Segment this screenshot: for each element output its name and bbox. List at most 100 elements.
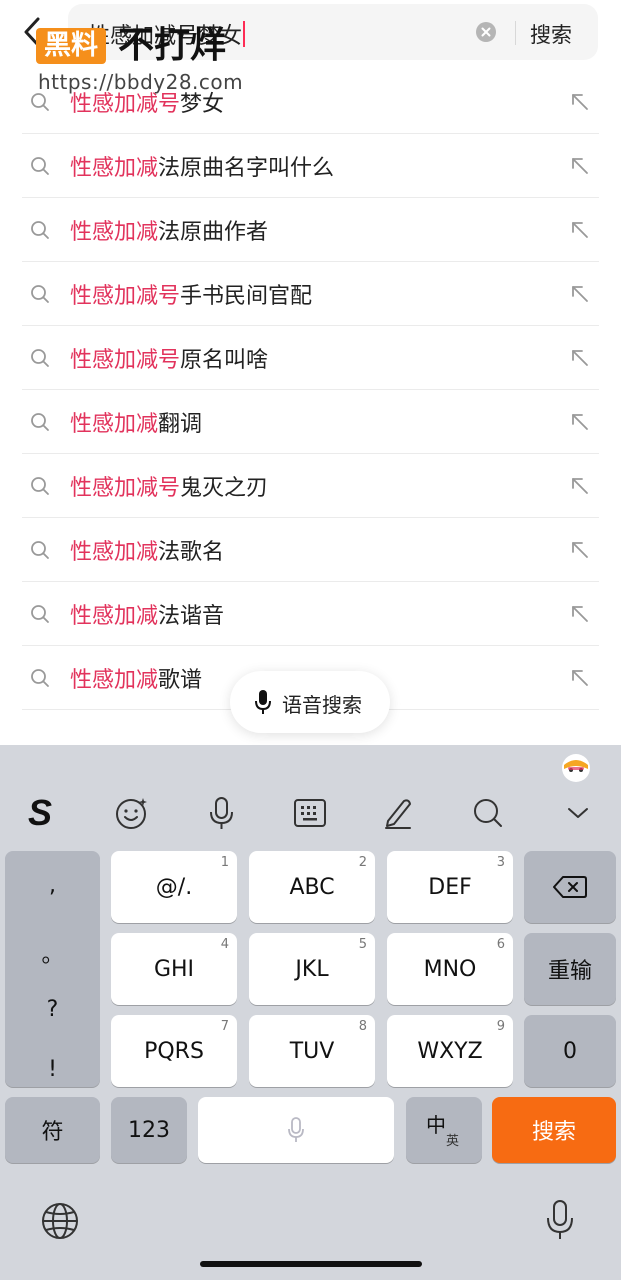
key-label: WXYZ [417, 1038, 483, 1064]
key-2[interactable]: ABC 2 [249, 851, 375, 923]
submit-search-key[interactable]: 搜索 [492, 1097, 616, 1163]
home-indicator[interactable] [200, 1261, 422, 1267]
key-label: GHI [153, 956, 195, 982]
numbers-key[interactable]: 123 [111, 1097, 187, 1163]
search-icon [31, 605, 49, 623]
key-number: 7 [220, 1019, 229, 1034]
svg-text:S: S [28, 795, 52, 831]
key-9[interactable]: WXYZ 9 [387, 1015, 513, 1087]
backspace-key[interactable] [524, 851, 616, 923]
watermark-text: 不打烊 [118, 25, 227, 66]
search-divider [515, 21, 516, 45]
suggestion-text: 性感加减法谐音 [70, 604, 225, 629]
symbols-key[interactable]: 符 [5, 1097, 100, 1163]
microphone-icon [288, 1117, 304, 1142]
suggestion-item[interactable]: 性感加减法原曲作者 [0, 198, 621, 262]
microphone-icon [255, 690, 271, 714]
key-1[interactable]: @/. 1 [111, 851, 237, 923]
key-label: TUV [289, 1038, 335, 1064]
fill-query-arrow-icon[interactable] [570, 604, 590, 624]
fill-query-arrow-icon[interactable] [570, 284, 590, 304]
handwriting-pen-icon[interactable] [380, 795, 416, 831]
watermark-badge: 黑料 [36, 28, 106, 64]
key-label: @/. [155, 874, 193, 900]
fill-query-arrow-icon[interactable] [570, 412, 590, 432]
punctuation-exclamation-key[interactable]: ! [5, 1057, 100, 1082]
suggestion-text: 性感加减歌谱 [70, 668, 203, 693]
search-icon [31, 477, 49, 495]
search-icon[interactable] [470, 795, 506, 831]
punctuation-column[interactable]: , 。 ? ! [5, 851, 100, 1087]
search-icon [31, 669, 49, 687]
search-icon [31, 413, 49, 431]
punctuation-period-key[interactable]: 。 [5, 937, 100, 969]
suggestion-item[interactable]: 性感加减号梦女 [0, 70, 621, 134]
fill-query-arrow-icon[interactable] [570, 348, 590, 368]
search-button[interactable]: 搜索 [530, 19, 572, 49]
fill-query-arrow-icon[interactable] [570, 92, 590, 112]
lang-main-label: 中 [426, 1113, 446, 1137]
search-icon [31, 221, 49, 239]
fill-query-arrow-icon[interactable] [570, 476, 590, 496]
keyboard-layout-icon[interactable] [292, 795, 328, 831]
suggestion-item[interactable]: 性感加减翻调 [0, 390, 621, 454]
key-0[interactable]: 0 [524, 1015, 616, 1087]
suggestion-item[interactable]: 性感加减号原名叫啥 [0, 326, 621, 390]
suggestion-item[interactable]: 性感加减法谐音 [0, 582, 621, 646]
fill-query-arrow-icon[interactable] [570, 668, 590, 688]
suggestion-item[interactable]: 性感加减法歌名 [0, 518, 621, 582]
suggestion-list: 性感加减号梦女 性感加减法原曲名字叫什么 性感加减法原曲作者 性感加减号手书民间… [0, 70, 621, 710]
suggestion-text: 性感加减法原曲作者 [70, 220, 269, 245]
suggestion-text: 性感加减号手书民间官配 [70, 284, 313, 309]
emoji-icon[interactable] [114, 795, 150, 831]
key-3[interactable]: DEF 3 [387, 851, 513, 923]
key-number: 9 [496, 1019, 505, 1034]
punctuation-question-key[interactable]: ? [5, 997, 100, 1022]
key-label: JKL [295, 956, 329, 982]
suggestion-item[interactable]: 性感加减号鬼灭之刃 [0, 454, 621, 518]
search-icon [31, 349, 49, 367]
search-icon [31, 541, 49, 559]
suggestion-text: 性感加减法原曲名字叫什么 [70, 156, 335, 181]
search-icon [31, 157, 49, 175]
language-switch-key[interactable]: 中 英 [406, 1097, 482, 1163]
suggestion-text: 性感加减翻调 [70, 412, 203, 437]
suggestion-item[interactable]: 性感加减法原曲名字叫什么 [0, 134, 621, 198]
keyboard-mascot-icon[interactable] [560, 751, 592, 783]
sogou-logo-icon[interactable]: S [26, 795, 62, 831]
key-5[interactable]: JKL 5 [249, 933, 375, 1005]
key-number: 5 [358, 937, 367, 952]
key-number: 4 [220, 937, 229, 952]
dictation-microphone-icon[interactable] [544, 1199, 576, 1241]
clear-icon[interactable] [476, 22, 496, 42]
voice-search-label: 语音搜索 [282, 693, 362, 717]
key-number: 2 [358, 855, 367, 870]
suggestion-text: 性感加减号鬼灭之刃 [70, 476, 269, 501]
search-icon [31, 93, 49, 111]
voice-search-button[interactable]: 语音搜索 [230, 671, 390, 733]
keyboard: S , 。 ? ! @/. 1 ABC 2 DEF 3 GHI 4 JKL 5 … [0, 745, 621, 1280]
suggestion-text: 性感加减号梦女 [70, 92, 225, 117]
suggestion-item[interactable]: 性感加减号手书民间官配 [0, 262, 621, 326]
key-6[interactable]: MNO 6 [387, 933, 513, 1005]
space-voice-key[interactable] [198, 1097, 394, 1163]
backspace-icon [553, 876, 587, 898]
key-8[interactable]: TUV 8 [249, 1015, 375, 1087]
fill-query-arrow-icon[interactable] [570, 220, 590, 240]
key-number: 3 [496, 855, 505, 870]
lang-alt-label: 英 [446, 1134, 460, 1149]
key-number: 6 [496, 937, 505, 952]
retype-key[interactable]: 重输 [524, 933, 616, 1005]
fill-query-arrow-icon[interactable] [570, 156, 590, 176]
key-4[interactable]: GHI 4 [111, 933, 237, 1005]
search-icon [31, 285, 49, 303]
key-label: PQRS [144, 1038, 204, 1064]
key-7[interactable]: PQRS 7 [111, 1015, 237, 1087]
key-number: 1 [220, 855, 229, 870]
globe-icon[interactable] [40, 1201, 80, 1241]
fill-query-arrow-icon[interactable] [570, 540, 590, 560]
suggestion-text: 性感加减号原名叫啥 [70, 348, 269, 373]
chevron-down-icon[interactable] [560, 795, 596, 831]
voice-input-icon[interactable] [204, 795, 240, 831]
punctuation-comma-key[interactable]: , [5, 873, 100, 898]
